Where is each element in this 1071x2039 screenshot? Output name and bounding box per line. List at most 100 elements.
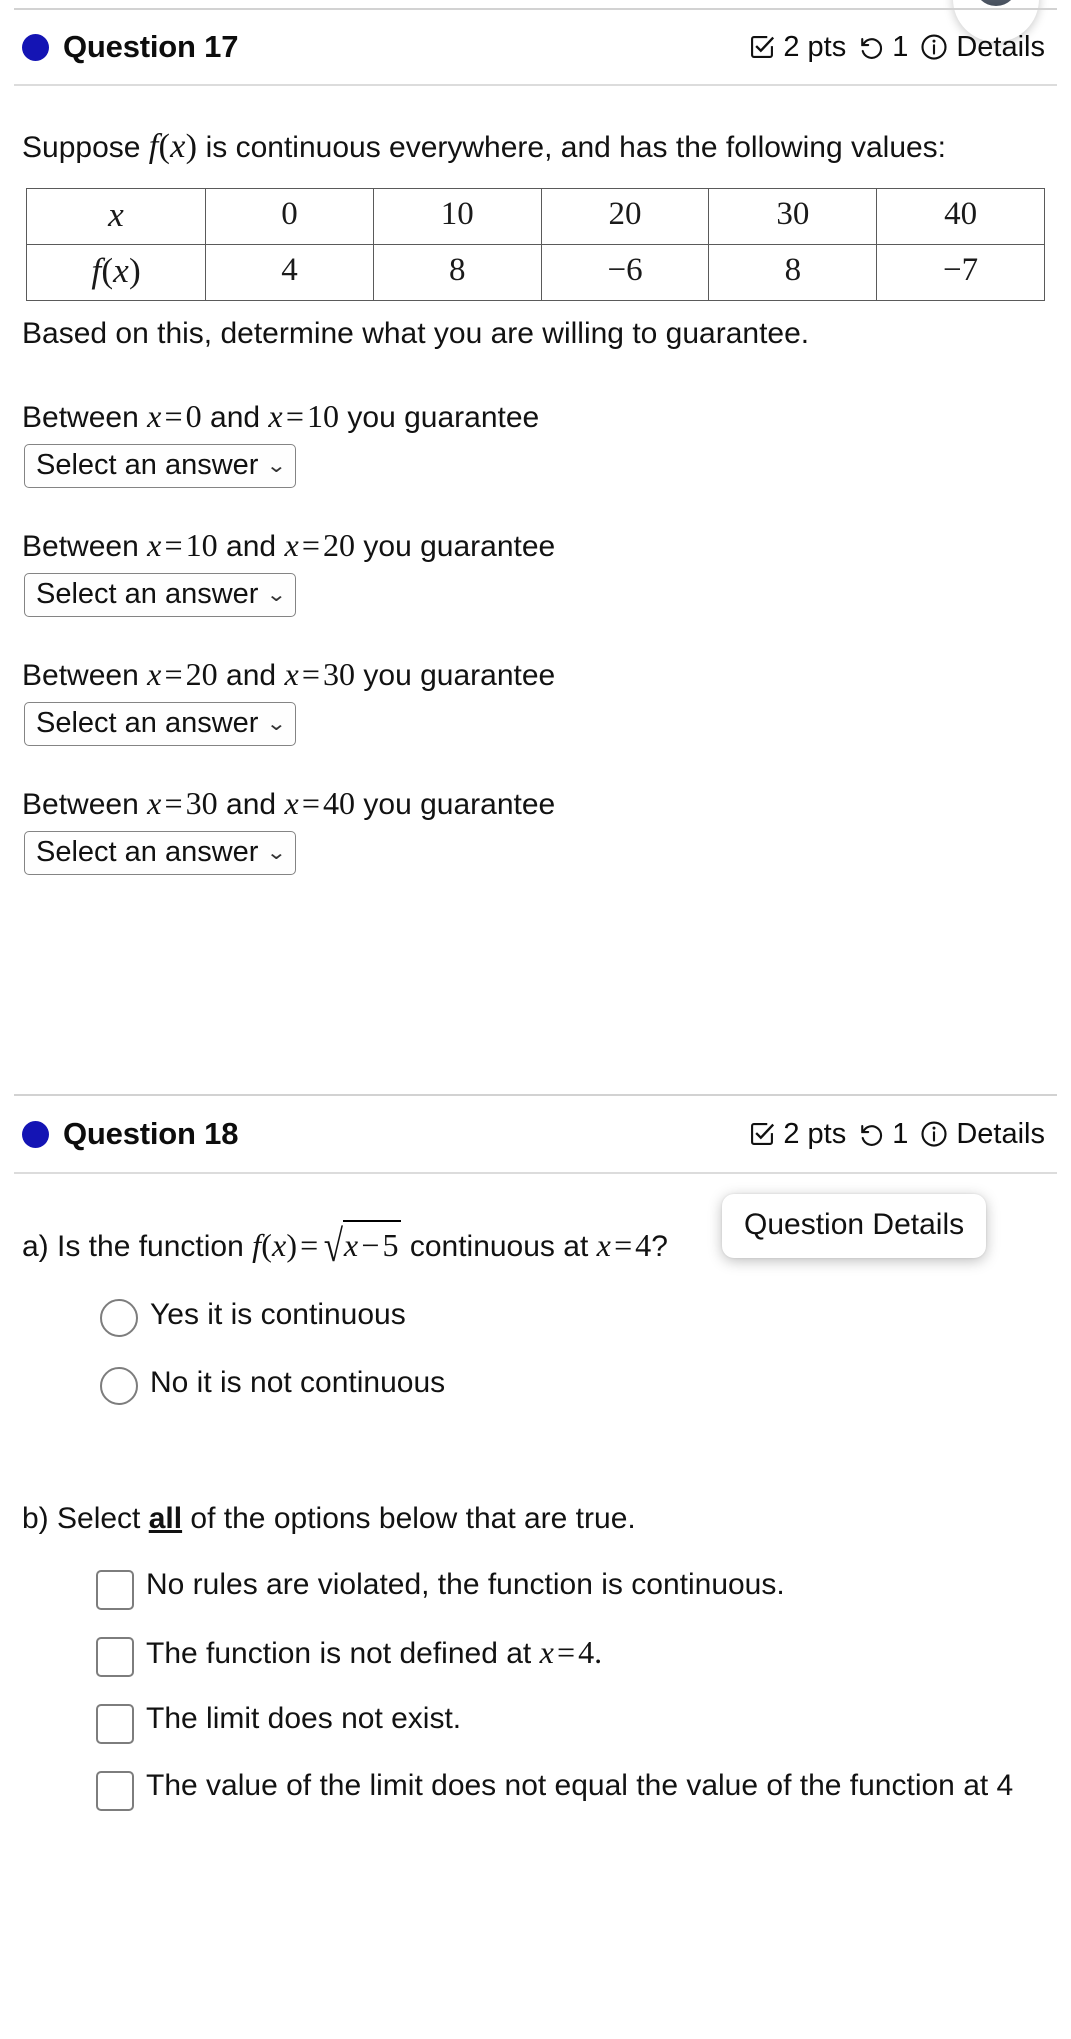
interval-4-mid: and	[217, 787, 285, 821]
radio-option-label: No it is not continuous	[150, 1365, 446, 1399]
interval-1-left-val: 0	[185, 398, 202, 435]
chevron-down-icon: ⌄	[266, 712, 288, 735]
part-a-at-var: x	[596, 1227, 612, 1263]
checkbox-option-label: No rules are violated, the function is c…	[146, 1567, 785, 1601]
interval-3-right-val: 30	[323, 655, 356, 692]
values-table: x 0 10 20 30 40 f(x) 4 8 −6 8 −7	[25, 187, 1045, 301]
info-circle-icon[interactable]	[919, 32, 949, 62]
interval-2-left-eq: =	[164, 526, 183, 563]
square-root-expression: √x−5	[321, 1220, 402, 1269]
interval-4-right-eq: =	[301, 784, 320, 821]
part-a-eq: =	[300, 1227, 319, 1263]
attempts-label: 1	[892, 1117, 909, 1150]
chevron-down-icon: ⌄	[266, 841, 288, 864]
details-label[interactable]: Details	[956, 31, 1045, 64]
cell-x-0: 0	[205, 187, 374, 245]
radio-button-icon[interactable]	[100, 1366, 138, 1405]
radio-button-icon[interactable]	[100, 1298, 138, 1337]
points-label: 2 pts	[783, 30, 847, 63]
cell-fx-3: 8	[708, 243, 878, 301]
part-b-emphasis: all	[148, 1501, 183, 1535]
question-details-tooltip: Question Details	[722, 1194, 987, 1258]
prompt-math-fx: f(x)	[148, 127, 198, 165]
part-a-at-eq: =	[614, 1227, 633, 1263]
interval-3-left-val: 20	[185, 655, 218, 692]
checkbox-icon[interactable]	[96, 1703, 134, 1744]
interval-4-pre: Between	[22, 787, 148, 821]
prompt-pre: Suppose	[22, 131, 149, 164]
radio-option-yes[interactable]: Yes it is continuous	[100, 1295, 1045, 1337]
undo-arrow-icon	[857, 33, 885, 61]
checkbox-icon[interactable]	[96, 1636, 134, 1677]
attempts-label: 1	[892, 30, 909, 63]
cell-fx-2: −6	[540, 243, 710, 301]
interval-3-right-var: x	[284, 655, 299, 692]
interval-1-text: Between x=0 and x=10 you guarantee	[0, 395, 1071, 438]
part-a-at-val: 4	[635, 1227, 652, 1263]
interval-3-left-var: x	[147, 655, 162, 692]
checkbox-option-2[interactable]: The function is not defined at x=4.	[96, 1632, 1051, 1677]
attempts-group: 1	[857, 31, 908, 64]
interval-3-right-eq: =	[301, 655, 320, 692]
cell-fx-1: 8	[372, 243, 542, 301]
interval-1-pre: Between	[22, 401, 148, 435]
checkbox-check-icon	[748, 33, 776, 61]
interval-group-4: Between x=30 and x=40 you guarantee Sele…	[0, 782, 1071, 875]
question-18-title: Question 18	[63, 1116, 239, 1151]
row-label-fx: f(x)	[25, 243, 207, 301]
select-answer-4[interactable]: Select an answer ⌄	[24, 830, 297, 875]
question-17-prompt: Suppose f(x) is continuous everywhere, a…	[0, 124, 1071, 170]
table-row-x: x 0 10 20 30 40	[25, 187, 1045, 245]
checkbox-option-label: The value of the limit does not equal th…	[146, 1768, 1014, 1802]
select-answer-2-value: Select an answer	[36, 578, 259, 611]
checkbox-option-label: The function is not defined at x=4.	[146, 1632, 602, 1674]
interval-3-mid: and	[217, 658, 285, 692]
avatar-image	[974, 0, 1018, 6]
cell-x-2: 20	[540, 187, 710, 245]
radio-option-no[interactable]: No it is not continuous	[100, 1363, 1045, 1405]
part-b-post: of the options below that are true.	[182, 1501, 636, 1535]
info-circle-icon[interactable]	[919, 1119, 949, 1149]
question-18-header: Question 18 2 pts 1 Details	[0, 1096, 1071, 1172]
interval-1-mid: and	[201, 401, 269, 435]
table-row-fx: f(x) 4 8 −6 8 −7	[25, 243, 1045, 301]
part-a-mid: continuous at	[401, 1230, 597, 1263]
interval-4-left-eq: =	[164, 784, 183, 821]
interval-4-right-val: 40	[323, 784, 356, 821]
question-18-meta: 2 pts 1 Details	[748, 1118, 1045, 1151]
interval-2-mid: and	[217, 529, 285, 563]
checkbox-option-1[interactable]: No rules are violated, the function is c…	[96, 1565, 1051, 1610]
details-group[interactable]: Details	[919, 1118, 1045, 1151]
cell-fx-4: −7	[876, 243, 1045, 301]
attempts-group: 1	[857, 1118, 908, 1151]
filled-circle-icon	[22, 1120, 49, 1148]
interval-1-left-var: x	[147, 398, 162, 435]
checkbox-icon[interactable]	[96, 1770, 134, 1811]
checkbox-icon[interactable]	[96, 1569, 134, 1610]
select-answer-3[interactable]: Select an answer ⌄	[24, 701, 297, 746]
cell-fx-0: 4	[205, 243, 374, 301]
select-answer-1[interactable]: Select an answer ⌄	[24, 443, 297, 488]
quiz-page: Question 17 2 pts 1 Details Suppose f(x)…	[0, 0, 1071, 2039]
checkbox-option-3[interactable]: The limit does not exist.	[96, 1699, 1051, 1744]
divider-bottom-2	[14, 1172, 1057, 1174]
interval-1-right-val: 10	[306, 398, 340, 435]
chevron-down-icon: ⌄	[266, 454, 288, 477]
select-answer-1-value: Select an answer	[36, 449, 259, 482]
filled-circle-icon	[22, 33, 49, 61]
select-answer-2[interactable]: Select an answer ⌄	[24, 572, 297, 617]
interval-group-3: Between x=20 and x=30 you guarantee Sele…	[0, 653, 1071, 746]
row-label-x: x	[25, 187, 207, 245]
interval-2-pre: Between	[22, 529, 148, 563]
checkbox-option-4[interactable]: The value of the limit does not equal th…	[96, 1766, 1051, 1811]
cell-x-4: 40	[876, 187, 1045, 245]
details-group[interactable]: Details	[919, 31, 1045, 64]
interval-4-text: Between x=30 and x=40 you guarantee	[0, 782, 1071, 825]
part-b-pre: b) Select	[22, 1501, 149, 1535]
interval-4-post: you guarantee	[355, 787, 556, 821]
part-a-options: Yes it is continuous No it is not contin…	[0, 1295, 1071, 1405]
checkbox-option-2-math: x=4.	[539, 1633, 603, 1670]
interval-1-right-var: x	[268, 398, 283, 435]
part-b-question: b) Select all of the options below that …	[0, 1499, 1071, 1539]
details-label[interactable]: Details	[956, 1118, 1045, 1151]
